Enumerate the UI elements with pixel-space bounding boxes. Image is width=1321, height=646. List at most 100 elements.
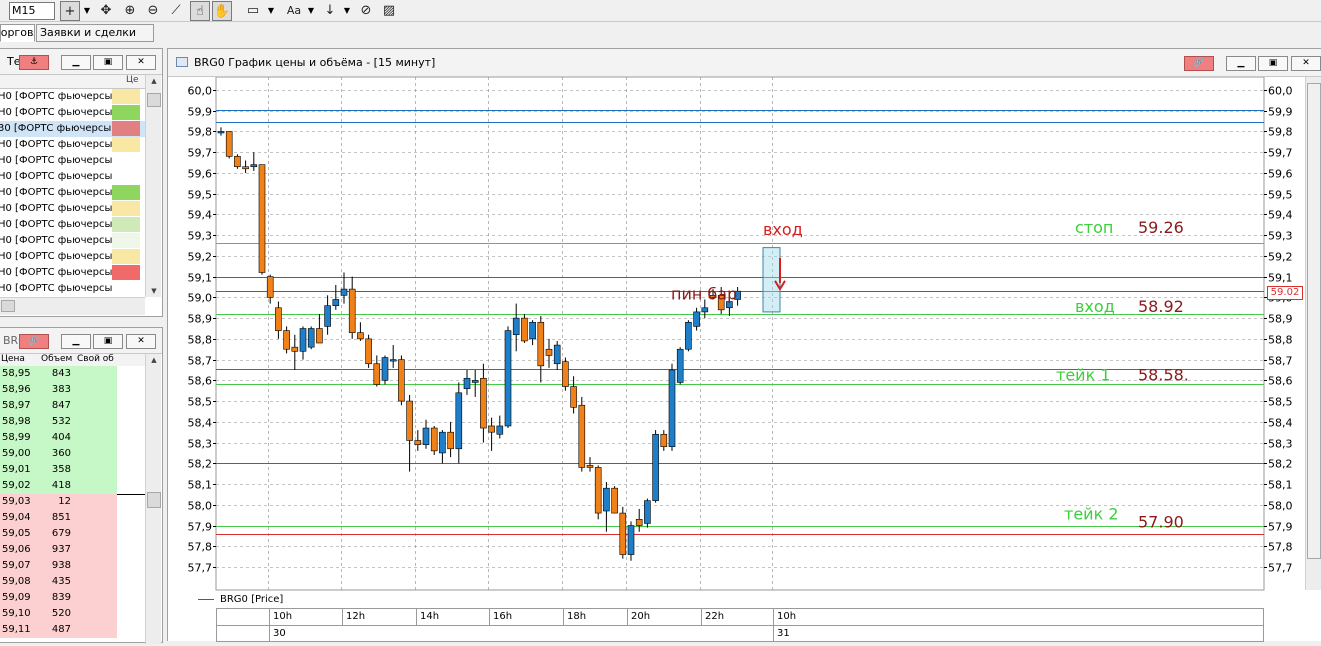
close-icon[interactable]: ✕ xyxy=(1291,56,1321,71)
maximize-icon[interactable]: ▣ xyxy=(93,55,123,70)
instrument-row[interactable]: H0 [ФОРТС фьючерсы] xyxy=(0,201,145,217)
tab-trading[interactable]: Торговля xyxy=(0,24,35,42)
arrow-down-icon[interactable]: ↓ xyxy=(320,1,340,21)
vertical-scrollbar[interactable]: ▲ xyxy=(145,354,161,644)
scroll-up-icon[interactable]: ▲ xyxy=(146,75,162,87)
close-icon[interactable]: ✕ xyxy=(126,55,156,70)
instrument-row[interactable]: H0 [ФОРТС фьючерсы] xyxy=(0,137,145,153)
bid-row[interactable]: 59,02 418 xyxy=(0,478,145,494)
ask-row[interactable]: 59,04 851 xyxy=(0,510,145,526)
price-change-cell xyxy=(112,169,140,184)
candle-body xyxy=(283,330,290,350)
candle-body xyxy=(693,311,700,327)
scroll-up-icon[interactable]: ▲ xyxy=(146,354,162,366)
price-cell: 59,10 xyxy=(2,608,31,619)
bid-row[interactable]: 59,01 358 xyxy=(0,462,145,478)
y-tick-label: 59,1 xyxy=(188,272,213,285)
hide-lines-icon[interactable]: ⊘ xyxy=(356,1,376,21)
instrument-row[interactable]: H0 [ФОРТС фьючерсы] xyxy=(0,249,145,265)
ask-row[interactable]: 59,10 520 xyxy=(0,606,145,622)
ask-row[interactable]: 59,08 435 xyxy=(0,574,145,590)
bid-row[interactable]: 58,99 404 xyxy=(0,430,145,446)
candle-body xyxy=(381,357,389,381)
ask-row[interactable]: 59,07 938 xyxy=(0,558,145,574)
scroll-thumb[interactable] xyxy=(147,93,161,107)
ask-row[interactable]: 59,03 12 xyxy=(0,494,145,510)
rectangle-icon[interactable]: ▭ xyxy=(243,1,263,21)
move-icon[interactable]: ✥ xyxy=(96,1,116,21)
ask-row[interactable]: 59,05 679 xyxy=(0,526,145,542)
candle-body xyxy=(570,386,577,408)
instrument-row[interactable]: H0 [ФОРТС фьючерсы] xyxy=(0,281,145,297)
ask-row[interactable]: 59,06 937 xyxy=(0,542,145,558)
instrument-row[interactable]: H0 [ФОРТС фьючерсы] xyxy=(0,233,145,249)
bid-row[interactable]: 58,98 532 xyxy=(0,414,145,430)
bid-row[interactable]: 58,97 847 xyxy=(0,398,145,414)
chevron-down-icon[interactable]: ▼ xyxy=(266,1,276,21)
candle-body xyxy=(365,338,372,365)
maximize-icon[interactable]: ▣ xyxy=(1258,56,1288,71)
instrument-row[interactable]: H0 [ФОРТС фьючерсы] xyxy=(0,265,145,281)
instrument-row[interactable]: H0 [ФОРТС фьючерсы] xyxy=(0,105,145,121)
anchor-icon[interactable]: ⚓ xyxy=(19,55,49,70)
scroll-thumb[interactable] xyxy=(1,300,15,312)
volume-cell: 12 xyxy=(58,496,71,507)
ruler-icon[interactable]: ⟋ xyxy=(166,1,186,21)
horizontal-scrollbar[interactable] xyxy=(0,297,145,315)
hand-select-icon[interactable]: ☝ xyxy=(190,1,210,21)
y-tick-label-right: 58,8 xyxy=(1268,334,1293,347)
zoom-in-icon[interactable]: ⊕ xyxy=(120,1,140,21)
candle-body xyxy=(471,380,479,383)
candle-body xyxy=(389,359,397,362)
date-label: 31 xyxy=(773,626,790,642)
instrument-row[interactable]: H0 [ФОРТС фьючерсы] xyxy=(0,169,145,185)
ask-row[interactable]: 59,11 487 xyxy=(0,622,145,638)
link-icon[interactable]: 🔗 xyxy=(1184,56,1214,71)
interval-select[interactable]: M15 xyxy=(9,2,55,20)
candle-body xyxy=(234,156,241,168)
instrument-label: H0 [ФОРТС фьючерсы] xyxy=(0,155,117,166)
link-icon[interactable]: 🔗 xyxy=(19,334,49,349)
toolbar: M15 + ▼ ✥ ⊕ ⊖ ⟋ ☝ ✋ ▭ ▼ Aa ▼ ↓ ▼ ⊘ ▨ xyxy=(0,0,1321,22)
maximize-icon[interactable]: ▣ xyxy=(93,334,123,349)
bid-row[interactable]: 58,96 383 xyxy=(0,382,145,398)
price-chart[interactable]: 60,0 60,0 59,9 59,9 59,8 59,8 59,7 59,7 59,6 59,6… xyxy=(168,77,1321,642)
candle-body xyxy=(332,299,340,306)
chevron-down-icon[interactable]: ▼ xyxy=(82,1,92,21)
chevron-down-icon[interactable]: ▼ xyxy=(306,1,316,21)
price-change-cell xyxy=(112,217,140,232)
instrument-row[interactable]: H0 [ФОРТС фьючерсы] xyxy=(0,153,145,169)
column-header-volume: Объем xyxy=(41,354,73,364)
minimize-icon[interactable]: ▁ xyxy=(1226,56,1256,71)
candle-body xyxy=(668,369,676,448)
time-tick-label: 20h xyxy=(627,609,650,625)
chart-vertical-scrollbar[interactable] xyxy=(1305,77,1321,590)
eraser-icon[interactable]: ▨ xyxy=(379,1,399,21)
instrument-row[interactable]: 30 [ФОРТС фьючерсы] xyxy=(0,121,145,137)
zoom-out-icon[interactable]: ⊖ xyxy=(143,1,163,21)
instrument-row[interactable]: H0 [ФОРТС фьючерсы] xyxy=(0,89,145,105)
bid-row[interactable]: 58,95 843 xyxy=(0,366,145,382)
close-icon[interactable]: ✕ xyxy=(126,334,156,349)
bid-row[interactable]: 59,00 360 xyxy=(0,446,145,462)
instrument-row[interactable]: H0 [ФОРТС фьючерсы] xyxy=(0,217,145,233)
chevron-down-icon[interactable]: ▼ xyxy=(342,1,352,21)
instrument-row[interactable]: H0 [ФОРТС фьючерсы] xyxy=(0,185,145,201)
volume-cell: 937 xyxy=(51,544,71,555)
minimize-icon[interactable]: ▁ xyxy=(61,334,91,349)
candle-body xyxy=(324,305,331,327)
scroll-down-icon[interactable]: ▼ xyxy=(146,285,162,297)
vertical-scrollbar[interactable]: ▲ ▼ xyxy=(145,75,161,297)
price-cell: 58,99 xyxy=(2,432,31,443)
scroll-thumb[interactable] xyxy=(147,492,161,508)
crosshair-icon[interactable]: + xyxy=(60,1,80,21)
minimize-icon[interactable]: ▁ xyxy=(61,55,91,70)
candle-body xyxy=(414,440,422,445)
tab-orders-trades[interactable]: Заявки и сделки xyxy=(36,24,154,42)
price-cell: 59,06 xyxy=(2,544,31,555)
scroll-thumb[interactable] xyxy=(1307,83,1321,559)
font-button[interactable]: Aa xyxy=(282,1,306,21)
ask-row[interactable]: 59,09 839 xyxy=(0,590,145,606)
price-change-cell xyxy=(112,121,140,136)
hand-pan-icon[interactable]: ✋ xyxy=(212,1,232,21)
